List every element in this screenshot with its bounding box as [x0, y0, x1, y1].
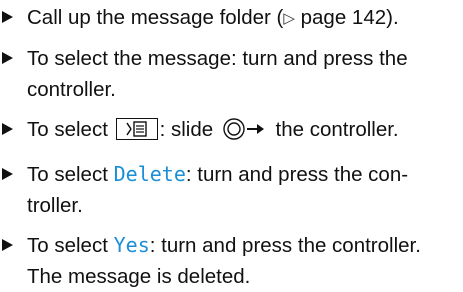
step-text: : turn and press the con- — [185, 163, 409, 186]
bullet-arrow-icon — [2, 11, 13, 23]
step-text: the controller. — [269, 118, 399, 141]
step-text: : turn and press the controller. — [149, 234, 421, 257]
step-text: troller. — [27, 194, 83, 217]
menu-option-delete: Delete — [113, 162, 186, 186]
step-text: To select — [27, 118, 114, 141]
instruction-list: Call up the message folder (▷ page 142).… — [0, 0, 463, 292]
page-reference-icon: ▷ — [283, 10, 295, 27]
step-text: : slide — [159, 118, 219, 141]
step-select-message: To select the message: turn and press th… — [0, 43, 463, 105]
result-text: The message is deleted. — [27, 265, 251, 288]
step-text: controller. — [27, 78, 116, 101]
step-select-menu-key: To select : slide the controller. — [0, 114, 463, 150]
step-text: To select the message: turn and press th… — [27, 47, 408, 70]
step-select-yes: To select Yes: turn and press the contro… — [0, 230, 463, 292]
bullet-arrow-icon — [2, 239, 13, 251]
bullet-arrow-icon — [2, 52, 13, 64]
step-text: To select — [27, 163, 114, 186]
controller-slide-right-icon — [222, 117, 270, 150]
step-text: To select — [27, 234, 114, 257]
menu-option-yes: Yes — [113, 233, 150, 257]
step-select-delete: To select Delete: turn and press the con… — [0, 159, 463, 221]
bullet-arrow-icon — [2, 123, 13, 135]
menu-key-icon — [115, 118, 158, 140]
step-call-up-folder: Call up the message folder (▷ page 142). — [0, 2, 463, 34]
bullet-arrow-icon — [2, 168, 13, 180]
step-text: Call up the message folder ( — [27, 6, 284, 29]
step-text: page 142). — [294, 6, 399, 29]
